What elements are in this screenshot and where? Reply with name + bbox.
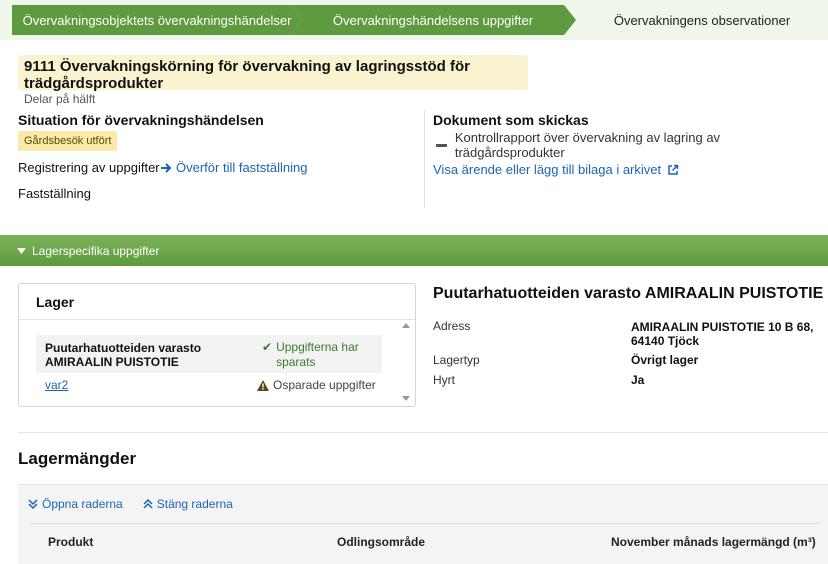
vertical-divider	[424, 110, 425, 208]
close-rows-button[interactable]: Stäng raderna	[143, 497, 233, 511]
column-header-product[interactable]: Produkt	[48, 535, 93, 549]
step-label: Övervakningsobjektets övervakningshändel…	[22, 12, 292, 28]
monitoring-object-header: 9111 Övervakningskörning för övervakning…	[18, 55, 528, 106]
rented-label: Hyrt	[433, 373, 455, 387]
storage-link-var2[interactable]: var2	[45, 378, 68, 392]
storage-detail-title: Puutarhatuotteiden varasto AMIRAALIN PUI…	[433, 285, 824, 302]
storage-type-value: Övrigt lager	[631, 353, 699, 367]
open-rows-label: Öppna raderna	[42, 497, 123, 511]
confirmation-label: Fastställning	[18, 186, 91, 201]
storage-status-label: Osparade uppgifter	[273, 378, 376, 392]
address-line-2: 64140 Tjöck	[631, 334, 700, 348]
scroll-down-icon[interactable]	[402, 396, 410, 401]
storage-card: Lager Puutarhatuotteiden varasto AMIRAAL…	[18, 283, 416, 407]
check-icon: ✔	[262, 340, 273, 354]
section-toggle-storage-details[interactable]: Lagerspecifika uppgifter	[0, 235, 828, 266]
warning-icon	[257, 379, 269, 391]
step-observations[interactable]: Övervakningens observationer	[576, 5, 828, 35]
status-badge: Gårdsbesök utfört	[18, 131, 118, 151]
storage-status: Osparade uppgifter	[257, 378, 376, 392]
address-line-1: AMIRAALIN PUISTOTIE 10 B 68,	[631, 320, 814, 334]
documents-heading: Dokument som skickas	[433, 112, 589, 128]
step-event-details[interactable]: Övervakningshändelsens uppgifter	[290, 5, 576, 35]
section-label: Lagerspecifika uppgifter	[32, 243, 160, 258]
archive-link-label: Visa ärende eller lägg till bilaga i ark…	[433, 162, 662, 177]
scroll-up-icon[interactable]	[402, 323, 410, 328]
registration-label: Registrering av uppgifter	[18, 160, 160, 175]
progress-steps: Övervakningsobjektets övervakningshändel…	[0, 0, 828, 40]
document-item: Kontrollrapport över övervakning av lagr…	[436, 130, 828, 160]
step-label: Övervakningshändelsens uppgifter	[332, 12, 534, 28]
scrollbar[interactable]	[401, 321, 411, 405]
step-monitoring-events[interactable]: Övervakningsobjektets övervakningshändel…	[12, 5, 302, 35]
table-divider	[30, 523, 820, 524]
rented-value: Ja	[631, 373, 645, 387]
column-header-november-stock[interactable]: November månads lagermängd (m³)	[611, 535, 816, 549]
transfer-link-label: Överför till fastställning	[176, 160, 308, 175]
table-actions: Öppna raderna Stäng raderna	[28, 497, 233, 511]
close-rows-label: Stäng raderna	[156, 497, 233, 511]
caret-down-icon	[17, 247, 26, 254]
storage-status-label: Uppgifterna har sparats	[276, 340, 359, 369]
storage-status: ✔ Uppgifterna har sparats	[262, 340, 382, 370]
double-chevron-down-icon	[28, 499, 38, 509]
dash-icon	[436, 143, 447, 147]
storage-name: Puutarhatuotteiden varasto AMIRAALIN PUI…	[45, 341, 202, 369]
double-chevron-up-icon	[143, 499, 153, 509]
stock-heading: Lagermängder	[18, 449, 137, 468]
storage-type-label: Lagertyp	[433, 353, 480, 367]
transfer-to-confirmation-link[interactable]: Överför till fastställning	[160, 160, 308, 175]
column-header-cultivation-area[interactable]: Odlingsområde	[337, 535, 425, 549]
page-subtitle: Delar på hälft	[24, 92, 96, 106]
arrow-right-icon	[161, 162, 172, 173]
storage-list-item[interactable]: Puutarhatuotteiden varasto AMIRAALIN PUI…	[36, 335, 382, 373]
archive-link[interactable]: Visa ärende eller lägg till bilaga i ark…	[433, 162, 679, 177]
external-link-icon	[668, 164, 679, 175]
horizontal-divider	[18, 432, 828, 433]
open-rows-button[interactable]: Öppna raderna	[28, 497, 123, 511]
page-title: 9111 Övervakningskörning för övervakning…	[24, 58, 470, 92]
storage-heading: Lager	[19, 284, 415, 320]
address-label: Adress	[433, 319, 471, 333]
stock-table: Öppna raderna Stäng raderna Produkt Odli…	[18, 484, 828, 564]
step-label: Övervakningens observationer	[613, 12, 791, 28]
document-item-label: Kontrollrapport över övervakning av lagr…	[454, 130, 721, 160]
situation-heading: Situation för övervakningshändelsen	[18, 112, 264, 128]
